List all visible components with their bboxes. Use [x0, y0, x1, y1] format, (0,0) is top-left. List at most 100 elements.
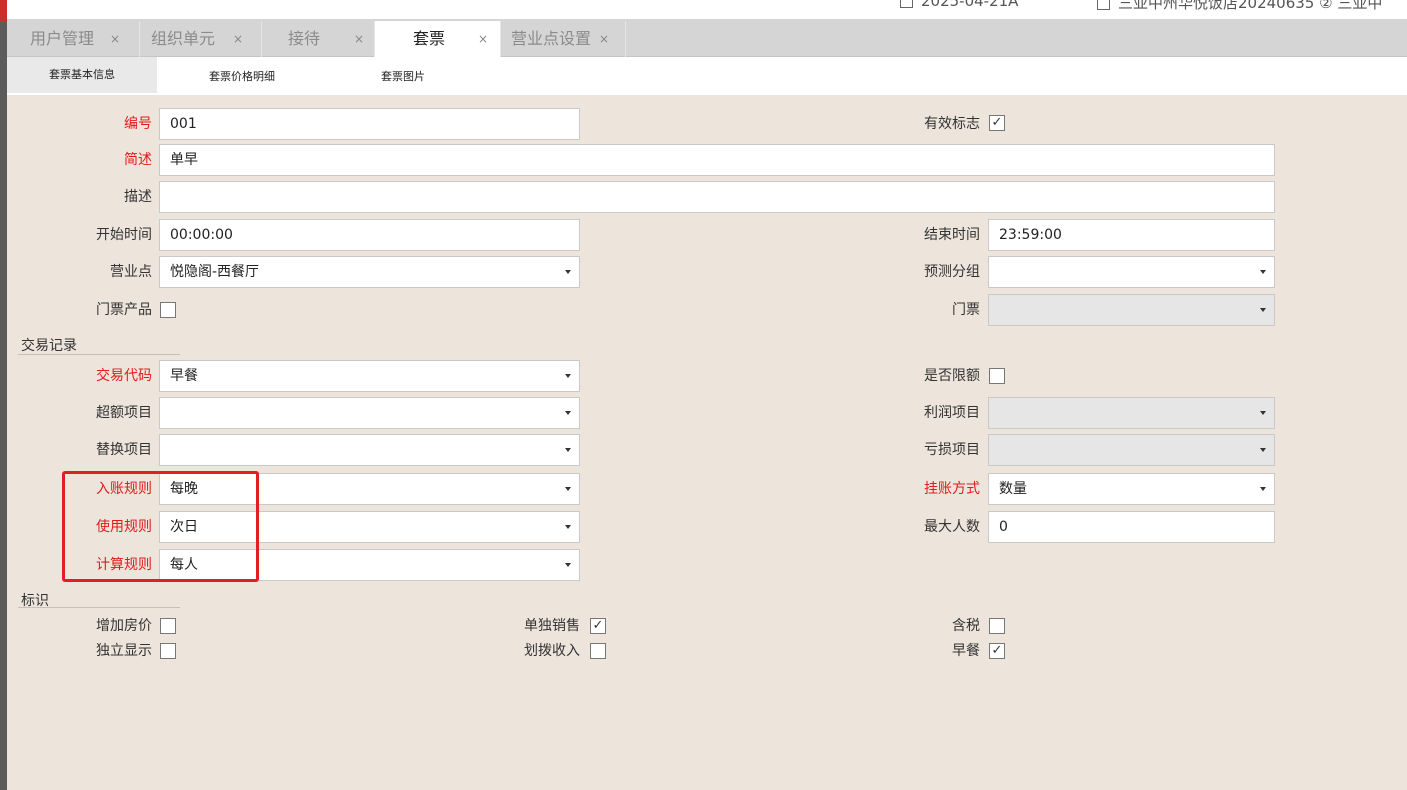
- tab-outlet-settings[interactable]: 营业点设置 ×: [501, 21, 626, 57]
- close-icon[interactable]: ×: [478, 21, 488, 57]
- max-people-label: 最大人数: [924, 519, 980, 535]
- breakfast-checkbox[interactable]: ✓: [989, 643, 1005, 659]
- excess-item-label: 超额项目: [96, 405, 152, 421]
- transaction-section-title: 交易记录: [21, 338, 77, 354]
- left-edge-accent: [0, 0, 7, 22]
- close-icon[interactable]: ×: [599, 21, 609, 57]
- code-label: 编号: [124, 116, 152, 132]
- chevron-down-icon: [1260, 308, 1266, 312]
- transfer-income-checkbox[interactable]: [590, 643, 606, 659]
- tab-label: 套票: [413, 29, 446, 48]
- forecast-group-select[interactable]: [988, 256, 1275, 288]
- left-edge-strip: [0, 0, 7, 790]
- breakfast-label: 早餐: [952, 643, 980, 659]
- short-desc-input[interactable]: 单早: [159, 144, 1275, 176]
- outlet-value: 悦隐阁-西餐厅: [170, 264, 260, 280]
- tab-package[interactable]: 套票 ×: [375, 21, 501, 57]
- replace-item-select[interactable]: [159, 434, 580, 466]
- tab-user-management[interactable]: 用户管理 ×: [7, 21, 140, 57]
- separate-display-checkbox[interactable]: [160, 643, 176, 659]
- chevron-down-icon: [565, 487, 571, 491]
- start-time-label: 开始时间: [96, 227, 152, 243]
- profit-item-select[interactable]: [988, 397, 1275, 429]
- posting-rule-select[interactable]: 每晚: [159, 473, 580, 505]
- calc-rule-select[interactable]: 每人: [159, 549, 580, 581]
- calendar-icon: [900, 0, 913, 8]
- sub-tab-bar: 套票基本信息 套票价格明细 套票图片: [7, 57, 1407, 95]
- ticket-select[interactable]: [988, 294, 1275, 326]
- usage-rule-label: 使用规则: [96, 519, 152, 535]
- close-icon[interactable]: ×: [233, 21, 243, 57]
- limit-checkbox[interactable]: [989, 368, 1005, 384]
- tab-org-unit[interactable]: 组织单元 ×: [140, 21, 262, 57]
- usage-rule-select[interactable]: 次日: [159, 511, 580, 543]
- chevron-down-icon: [565, 270, 571, 274]
- outlet-select[interactable]: 悦隐阁-西餐厅: [159, 256, 580, 288]
- subtab-price-detail[interactable]: 套票价格明细: [209, 68, 275, 84]
- valid-flag-label: 有效标志: [924, 116, 980, 132]
- chevron-down-icon: [1260, 487, 1266, 491]
- calc-rule-label: 计算规则: [96, 557, 152, 573]
- separate-display-label: 独立显示: [96, 643, 152, 659]
- date-text: 2025-04-21A: [921, 0, 1019, 10]
- chevron-down-icon: [1260, 411, 1266, 415]
- max-people-input[interactable]: 0: [988, 511, 1275, 543]
- ticket-label: 门票: [952, 302, 980, 318]
- section-divider: [18, 354, 180, 355]
- forecast-group-label: 预测分组: [924, 264, 980, 280]
- section-divider: [18, 607, 180, 608]
- short-desc-label: 简述: [124, 152, 152, 168]
- chevron-down-icon: [1260, 448, 1266, 452]
- chevron-down-icon: [565, 525, 571, 529]
- tab-label: 组织单元: [151, 29, 216, 48]
- valid-flag-checkbox[interactable]: ✓: [989, 115, 1005, 131]
- tab-label: 接待: [288, 29, 321, 48]
- end-time-label: 结束时间: [924, 227, 980, 243]
- page-tab-bar: 用户管理 × 组织单元 × 接待 × 套票 × 营业点设置 ×: [7, 19, 1407, 57]
- transaction-code-label: 交易代码: [96, 368, 152, 384]
- posting-rule-label: 入账规则: [96, 481, 152, 497]
- description-input[interactable]: [159, 181, 1275, 213]
- loss-item-select[interactable]: [988, 434, 1275, 466]
- hotel-name: 三亚中州华悦饭店20240635 ② 三亚中: [1118, 0, 1383, 12]
- calc-rule-value: 每人: [170, 557, 198, 573]
- posting-rule-value: 每晚: [170, 481, 198, 497]
- loss-item-label: 亏损项目: [924, 442, 980, 458]
- limit-label: 是否限额: [924, 368, 980, 384]
- usage-rule-value: 次日: [170, 519, 198, 535]
- subtab-basic-info[interactable]: 套票基本信息: [7, 57, 157, 93]
- charge-method-select[interactable]: 数量: [988, 473, 1275, 505]
- subtab-images[interactable]: 套票图片: [381, 68, 425, 84]
- tab-label: 用户管理: [30, 29, 95, 48]
- hotel-info[interactable]: 三亚中州华悦饭店20240635 ② 三亚中: [1097, 0, 1382, 13]
- start-time-input[interactable]: 00:00:00: [159, 219, 580, 251]
- chevron-down-icon: [565, 563, 571, 567]
- excess-item-select[interactable]: [159, 397, 580, 429]
- current-date: 2025-04-21A: [900, 0, 1018, 10]
- charge-method-label: 挂账方式: [924, 481, 980, 497]
- outlet-label: 营业点: [110, 264, 152, 280]
- ticket-product-label: 门票产品: [96, 302, 152, 318]
- tab-label: 营业点设置: [511, 29, 592, 48]
- tax-included-checkbox[interactable]: [989, 618, 1005, 634]
- close-icon[interactable]: ×: [354, 21, 364, 57]
- charge-method-value: 数量: [999, 481, 1027, 497]
- transaction-code-select[interactable]: 早餐: [159, 360, 580, 392]
- end-time-input[interactable]: 23:59:00: [988, 219, 1275, 251]
- add-room-rate-checkbox[interactable]: [160, 618, 176, 634]
- tab-reception[interactable]: 接待 ×: [262, 21, 375, 57]
- transaction-code-value: 早餐: [170, 368, 198, 384]
- sell-separately-checkbox[interactable]: ✓: [590, 618, 606, 634]
- chevron-down-icon: [1260, 270, 1266, 274]
- transfer-income-label: 划拨收入: [524, 643, 580, 659]
- top-info-bar: 2025-04-21A 三亚中州华悦饭店20240635 ② 三亚中: [7, 0, 1407, 19]
- code-input[interactable]: 001: [159, 108, 580, 140]
- close-icon[interactable]: ×: [110, 21, 120, 57]
- chevron-down-icon: [565, 374, 571, 378]
- profit-item-label: 利润项目: [924, 405, 980, 421]
- replace-item-label: 替换项目: [96, 442, 152, 458]
- building-icon: [1097, 0, 1110, 10]
- ticket-product-checkbox[interactable]: [160, 302, 176, 318]
- chevron-down-icon: [565, 411, 571, 415]
- chevron-down-icon: [565, 448, 571, 452]
